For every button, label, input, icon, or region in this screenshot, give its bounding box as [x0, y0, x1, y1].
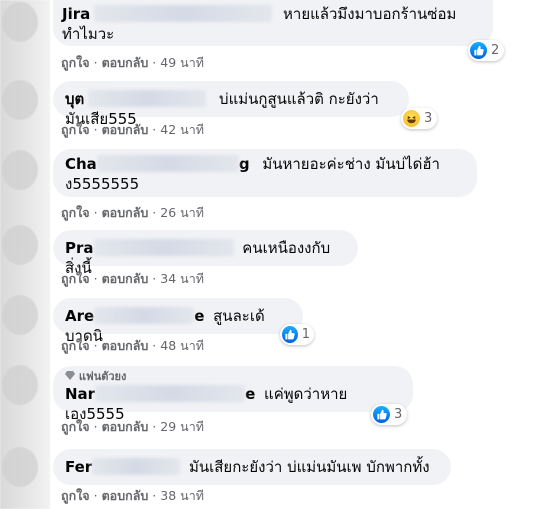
comment-bubble: แฟนตัวยง Nar e แค่พูดว่าหายเอง5555: [53, 366, 413, 423]
comment-actions: ถูกใจ · ตอบกลับ · 49 นาที: [61, 55, 204, 70]
redacted-name: [94, 5, 273, 22]
comment-bubble: Are e สูนละเด้บาดนิ: [53, 298, 303, 345]
avatar: [2, 2, 38, 42]
comment-actions: ถูกใจ · ตอบกลับ · 26 นาที: [61, 205, 204, 220]
avatar: [2, 365, 38, 405]
timestamp[interactable]: 34 นาที: [160, 271, 204, 286]
comment-bubble: บุต บ่แม่นกูสูนแล้วติ กะยังว่ามันเสีย555: [53, 81, 409, 128]
reply-link[interactable]: ตอบกลับ: [102, 122, 149, 137]
comment-text-line2: ง5555555: [65, 175, 140, 193]
reply-link[interactable]: ตอบกลับ: [102, 419, 149, 434]
thumbs-up-icon: [470, 42, 487, 59]
commenter-name[interactable]: Cha: [65, 155, 97, 173]
like-link[interactable]: ถูกใจ: [61, 271, 90, 286]
redacted-name: [93, 239, 234, 256]
avatar: [2, 447, 38, 487]
comment-bubble: Jira หายแล้วมึงมาบอกร้านซ่อม ทำไมวะ: [53, 0, 493, 46]
like-link[interactable]: ถูกใจ: [61, 488, 90, 503]
redacted-name: [94, 307, 195, 324]
reply-link[interactable]: ตอบกลับ: [102, 55, 149, 70]
reply-link[interactable]: ตอบกลับ: [102, 205, 149, 220]
comment-text: มันเสียกะยังว่า บ่แม่นมันเพ บักพากทั้ง: [189, 458, 430, 476]
avatar: [2, 295, 38, 335]
comment-actions: ถูกใจ · ตอบกลับ · 34 นาที: [61, 271, 204, 286]
reaction-count[interactable]: 1: [280, 324, 314, 345]
redacted-name: [88, 90, 207, 107]
timestamp[interactable]: 49 นาที: [160, 55, 204, 70]
comment-bubble: Cha g มันหายอะค่ะช่าง มันบ่ได่ฮ้า ง555555…: [53, 149, 477, 197]
timestamp[interactable]: 26 นาที: [160, 205, 204, 220]
like-link[interactable]: ถูกใจ: [61, 205, 90, 220]
commenter-name-tail: g: [238, 155, 250, 173]
redacted-name: [95, 385, 246, 402]
diamond-icon: [65, 371, 75, 380]
comment-text: มันหายอะค่ะช่าง มันบ่ได่ฮ้า: [262, 155, 440, 173]
comment-bubble: Pra คนเหนืองงกับสิ่งนี้: [53, 230, 358, 277]
timestamp[interactable]: 29 นาที: [160, 419, 204, 434]
comment-actions: ถูกใจ · ตอบกลับ · 48 นาที: [61, 338, 204, 353]
avatar: [2, 225, 38, 265]
reaction-count[interactable]: 3: [371, 404, 407, 425]
thumbs-up-icon: [282, 326, 298, 343]
commenter-name[interactable]: Fer: [65, 458, 92, 476]
timestamp[interactable]: 48 นาที: [160, 338, 204, 353]
like-link[interactable]: ถูกใจ: [61, 55, 90, 70]
commenter-name[interactable]: Nar: [65, 385, 95, 403]
avatar: [2, 150, 38, 190]
avatar: [2, 80, 38, 120]
reply-link[interactable]: ตอบกลับ: [102, 338, 149, 353]
laughing-face-icon: [403, 110, 420, 127]
commenter-name-tail: e: [245, 385, 256, 403]
like-link[interactable]: ถูกใจ: [61, 338, 90, 353]
comment-actions: ถูกใจ · ตอบกลับ · 42 นาที: [61, 122, 204, 137]
redacted-name: [92, 458, 181, 475]
commenter-name[interactable]: Are: [65, 307, 94, 325]
like-link[interactable]: ถูกใจ: [61, 419, 90, 434]
timestamp[interactable]: 38 นาที: [160, 488, 204, 503]
like-link[interactable]: ถูกใจ: [61, 122, 90, 137]
comment-text-line2: ทำไมวะ: [62, 25, 115, 43]
commenter-name[interactable]: Pra: [65, 239, 94, 257]
reaction-count[interactable]: 3: [401, 108, 437, 129]
blurred-avatar-column: [0, 0, 50, 509]
thumbs-up-icon: [373, 406, 390, 423]
comment-actions: ถูกใจ · ตอบกลับ · 29 นาที: [61, 419, 204, 434]
reply-link[interactable]: ตอบกลับ: [102, 271, 149, 286]
comment-actions: ถูกใจ · ตอบกลับ · 38 นาที: [61, 488, 204, 503]
redacted-name: [96, 155, 239, 172]
timestamp[interactable]: 42 นาที: [160, 122, 204, 137]
commenter-name-tail: e: [194, 307, 205, 325]
comment-text: หายแล้วมึงมาบอกร้านซ่อม: [283, 5, 457, 23]
reaction-count[interactable]: 2: [468, 40, 504, 61]
reply-link[interactable]: ตอบกลับ: [102, 488, 149, 503]
fan-badge[interactable]: แฟนตัวยง: [65, 370, 401, 384]
commenter-name[interactable]: Jira: [62, 5, 90, 23]
commenter-name[interactable]: บุต: [65, 90, 84, 108]
comment-bubble: Fer มันเสียกะยังว่า บ่แม่นมันเพ บักพากทั…: [53, 449, 451, 485]
